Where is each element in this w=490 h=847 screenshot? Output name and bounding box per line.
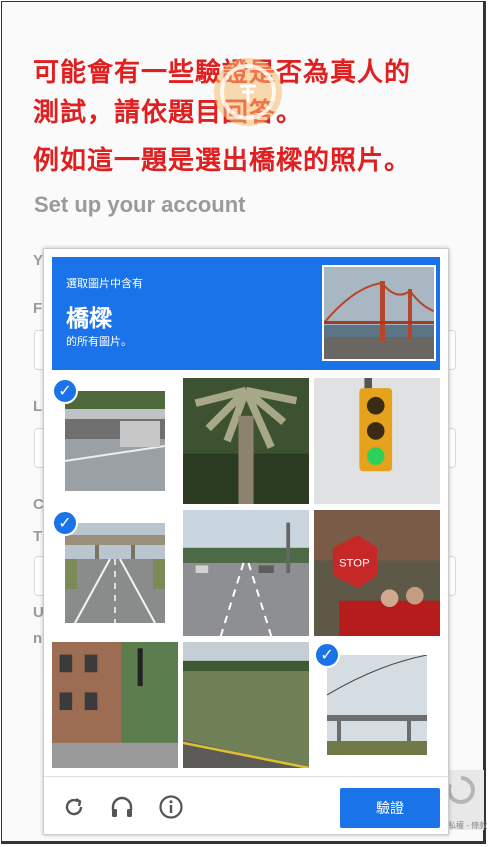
image-tile-palm-tree[interactable] bbox=[183, 378, 309, 504]
watermark-glyph bbox=[220, 64, 276, 120]
image-tile-traffic-light[interactable] bbox=[314, 378, 440, 504]
palm-tree-image bbox=[183, 378, 309, 504]
form-label-fragment: L bbox=[33, 398, 43, 415]
sample-image-bridge bbox=[322, 265, 436, 361]
image-tile-bridge-power-lines[interactable]: ✓ bbox=[314, 642, 440, 768]
stop-sign-image: STOP bbox=[314, 510, 440, 636]
watermark-logo bbox=[214, 58, 282, 126]
headphones-icon[interactable] bbox=[108, 793, 136, 821]
image-tile-city-street[interactable] bbox=[183, 510, 309, 636]
instruction-line-1: 選取圖片中含有 bbox=[66, 278, 143, 290]
reload-icon[interactable] bbox=[60, 793, 88, 821]
page-title: Set up your account bbox=[34, 192, 246, 217]
image-tile-stop-sign[interactable]: STOP bbox=[314, 510, 440, 636]
road-overpass-image bbox=[65, 523, 165, 623]
form-label-fragment: F bbox=[33, 300, 43, 317]
bridge-power-lines-image bbox=[327, 655, 427, 755]
form-label-fragment: T bbox=[33, 528, 43, 545]
captcha-footer: 驗證 bbox=[44, 776, 448, 835]
highway-overpass-image bbox=[65, 391, 165, 491]
image-tile-road-overpass[interactable]: ✓ bbox=[52, 510, 178, 636]
brick-building-image bbox=[52, 642, 178, 768]
grass-roadside-image bbox=[183, 642, 309, 768]
instruction-line-3: 的所有圖片。 bbox=[66, 336, 132, 348]
image-tile-grass-roadside[interactable] bbox=[183, 642, 309, 768]
captcha-header: 選取圖片中含有 橋樑 的所有圖片。 bbox=[52, 257, 440, 370]
image-tile-brick-building[interactable] bbox=[52, 642, 178, 768]
checkmark-icon: ✓ bbox=[52, 510, 78, 536]
form-label-fragment: n bbox=[33, 630, 43, 647]
traffic-light-image bbox=[314, 378, 440, 504]
target-object: 橋樑 bbox=[66, 305, 112, 331]
captcha-dialog: 選取圖片中含有 橋樑 的所有圖片。 ✓ ✓ STOP ✓ 驗證 bbox=[43, 248, 449, 835]
verify-button[interactable]: 驗證 bbox=[340, 788, 440, 828]
svg-text:STOP: STOP bbox=[339, 558, 370, 570]
city-street-image bbox=[183, 510, 309, 636]
info-icon[interactable] bbox=[157, 793, 185, 821]
image-tile-highway-overpass[interactable]: ✓ bbox=[52, 378, 178, 504]
checkmark-icon: ✓ bbox=[314, 642, 340, 668]
form-label-fragment: Y bbox=[33, 252, 44, 269]
annotation-line-3: 例如這一題是選出橋樑的照片。 bbox=[33, 146, 412, 176]
checkmark-icon: ✓ bbox=[52, 378, 78, 404]
